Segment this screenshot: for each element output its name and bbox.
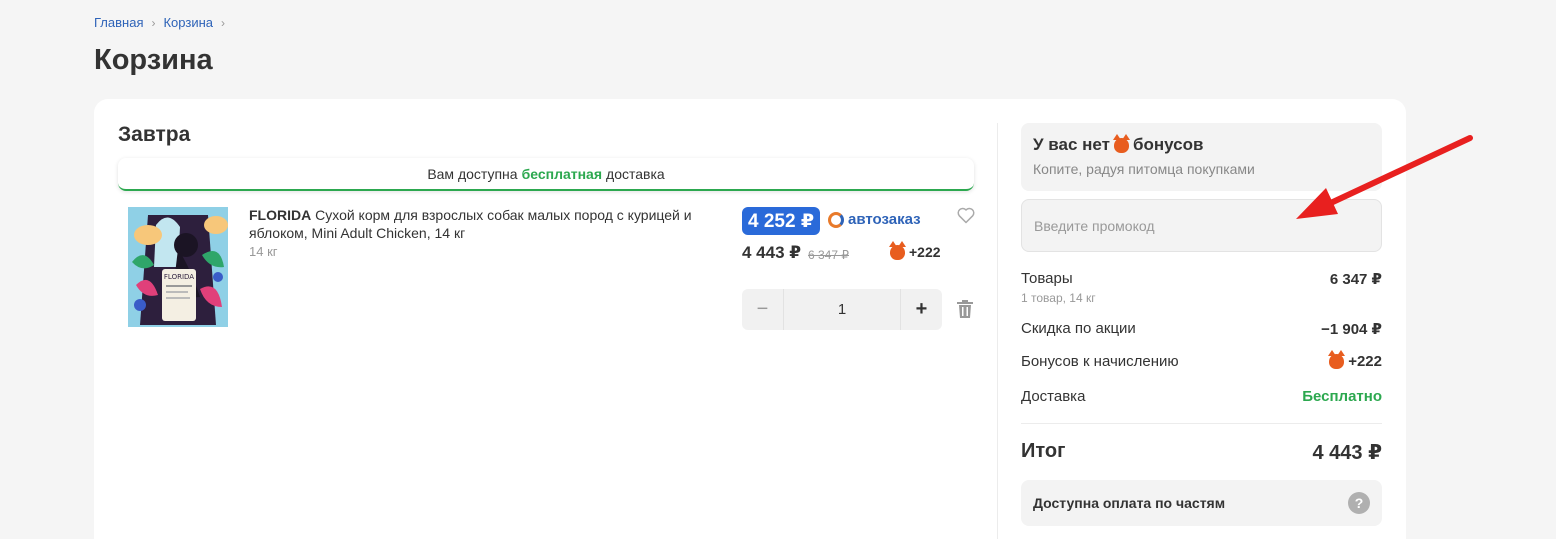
promo-code-input[interactable] [1021, 199, 1382, 252]
summary-delivery-row: Доставка Бесплатно [1021, 388, 1382, 405]
cat-bonus-icon [889, 240, 906, 260]
delivery-value: Бесплатно [1302, 388, 1382, 405]
total-value: 4 443 ₽ [1312, 442, 1382, 464]
quantity-value[interactable]: 1 [783, 289, 901, 330]
bonus-subtitle: Копите, радуя питомца покупками [1033, 161, 1255, 177]
column-divider [997, 123, 998, 539]
increase-button[interactable]: + [901, 289, 942, 330]
goods-label: Товары [1021, 270, 1073, 287]
banner-suffix: доставка [606, 165, 665, 182]
summary-discount-row: Скидка по акции −1 904 ₽ [1021, 320, 1382, 338]
svg-text:FLORIDA: FLORIDA [164, 273, 194, 281]
page-title: Корзина [94, 44, 213, 76]
bonus-accrual-value: +222 [1348, 353, 1382, 370]
bonus-info: У вас нет бонусов Копите, радуя питомца … [1021, 123, 1382, 191]
discount-label: Скидка по акции [1021, 320, 1136, 337]
cat-bonus-icon [1328, 350, 1346, 369]
cart-card: Завтра Вам доступна бесплатная доставка … [94, 99, 1406, 539]
discount-value: −1 904 ₽ [1321, 321, 1382, 338]
trash-icon[interactable] [957, 300, 973, 318]
installments-label: Доступна оплата по частям [1033, 495, 1226, 511]
total-label: Итог [1021, 440, 1066, 462]
goods-subtitle: 1 товар, 14 кг [1021, 291, 1096, 305]
quantity-stepper: − 1 + [742, 289, 942, 330]
autoorder-price: 4 252 ₽ [742, 207, 821, 235]
bonus-accrual-label: Бонусов к начислению [1021, 353, 1179, 370]
chevron-right-icon: › [221, 15, 226, 30]
product-old-price: 6 347 ₽ [808, 248, 849, 262]
help-icon[interactable]: ? [1348, 492, 1370, 514]
autoorder-link[interactable]: автозаказ [828, 211, 921, 228]
product-image[interactable]: FLORIDA [128, 207, 228, 327]
product-name: Сухой корм для взрослых собак малых поро… [249, 207, 692, 241]
bonus-title-prefix: У вас нет [1033, 135, 1110, 154]
cat-bonus-icon [1112, 133, 1130, 153]
autoorder-icon [828, 211, 844, 228]
decrease-button[interactable]: − [742, 289, 783, 330]
free-delivery-banner: Вам доступна бесплатная доставка [118, 158, 974, 191]
delivery-label: Доставка [1021, 388, 1086, 405]
banner-prefix: Вам доступна [427, 165, 518, 182]
goods-value: 6 347 ₽ [1329, 271, 1382, 288]
bonus-title-suffix: бонусов [1132, 135, 1204, 154]
product-title[interactable]: FLORIDA Сухой корм для взрослых собак ма… [249, 206, 719, 242]
bonus-title: У вас нет бонусов [1033, 133, 1370, 155]
product-price: 4 443 ₽ [742, 243, 802, 262]
autoorder-label: автозаказ [848, 211, 921, 228]
breadcrumb-home[interactable]: Главная [94, 15, 143, 30]
breadcrumb: Главная › Корзина › [94, 15, 233, 30]
banner-highlight: бесплатная [521, 165, 603, 182]
item-bonus: +222 [889, 240, 941, 260]
product-brand: FLORIDA [249, 207, 312, 223]
item-bonus-value: +222 [909, 244, 941, 260]
chevron-right-icon: › [151, 15, 156, 30]
summary-bonus-row: Бонусов к начислению +222 [1021, 350, 1382, 370]
dog-food-bag-image: FLORIDA [128, 207, 228, 327]
delivery-day-title: Завтра [118, 123, 191, 146]
summary-divider [1021, 423, 1382, 424]
summary-total-row: Итог 4 443 ₽ [1021, 440, 1382, 465]
product-weight: 14 кг [249, 244, 278, 259]
summary-goods-row: Товары 6 347 ₽ [1021, 270, 1382, 288]
bonus-accrual: +222 [1328, 350, 1382, 370]
breadcrumb-cart[interactable]: Корзина [163, 15, 213, 30]
installments-banner[interactable]: Доступна оплата по частям ? [1021, 480, 1382, 526]
heart-icon[interactable] [956, 205, 976, 225]
